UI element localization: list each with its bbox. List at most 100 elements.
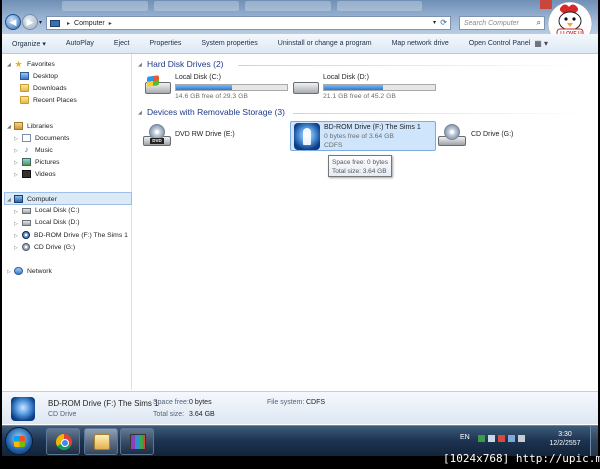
nav-downloads[interactable]: Downloads bbox=[20, 84, 67, 92]
collapse-hdd-group-icon[interactable]: ◢ bbox=[138, 62, 142, 68]
command-bar: Organize ▾ AutoPlay Eject Properties Sys… bbox=[2, 34, 598, 54]
search-placeholder: Search Computer bbox=[464, 20, 519, 27]
nav-pictures-label: Pictures bbox=[35, 158, 60, 166]
start-button[interactable] bbox=[5, 427, 33, 455]
eject-button[interactable]: Eject bbox=[104, 40, 140, 47]
expand-local-disk-c-icon[interactable]: ▷ bbox=[14, 209, 18, 215]
nav-desktop[interactable]: Desktop bbox=[20, 72, 58, 80]
details-sims-disc-icon bbox=[11, 397, 35, 421]
expand-libraries-icon[interactable]: ◢ bbox=[7, 124, 11, 130]
expand-favorites-icon[interactable]: ◢ bbox=[7, 62, 11, 68]
organize-button[interactable]: Organize ▾ bbox=[2, 40, 56, 48]
tray-app-icon[interactable] bbox=[478, 435, 485, 442]
upload-watermark: [1024x768] http://upic.me/ bbox=[443, 452, 600, 465]
nav-local-disk-d-label: Local Disk (D:) bbox=[35, 219, 80, 226]
nav-local-disk-c[interactable]: Local Disk (C:) bbox=[22, 207, 80, 214]
nav-recent-places[interactable]: Recent Places bbox=[20, 96, 77, 104]
antivirus-icon[interactable] bbox=[498, 435, 505, 442]
breadcrumb-separator[interactable]: ▸ bbox=[67, 20, 70, 27]
taskbar-chrome[interactable] bbox=[46, 428, 80, 455]
open-control-panel-button[interactable]: Open Control Panel bbox=[459, 40, 540, 47]
network-status-icon[interactable] bbox=[508, 435, 515, 442]
windows-logo-icon bbox=[14, 436, 25, 447]
nav-computer[interactable]: Computer bbox=[14, 195, 57, 203]
expand-computer-icon[interactable]: ◢ bbox=[7, 197, 11, 203]
expand-documents-icon[interactable]: ▷ bbox=[14, 136, 18, 142]
uninstall-program-button[interactable]: Uninstall or change a program bbox=[268, 40, 382, 47]
search-input[interactable]: Search Computer ⌕ bbox=[459, 16, 545, 30]
expand-bd-rom-icon[interactable]: ▷ bbox=[14, 233, 18, 239]
nav-bd-rom-drive[interactable]: BD-ROM Drive (F:) The Sims 1 bbox=[22, 231, 128, 239]
volume-icon[interactable] bbox=[518, 435, 525, 442]
drive-tile-dvd[interactable]: DVD DVD RW Drive (E:) bbox=[143, 121, 273, 151]
expand-local-disk-d-icon[interactable]: ▷ bbox=[14, 221, 18, 227]
nav-favorites[interactable]: ★ Favorites bbox=[14, 59, 55, 69]
recent-pages-dropdown[interactable]: ▾ bbox=[39, 19, 42, 26]
details-filesystem-label: File system: bbox=[267, 399, 305, 406]
address-dropdown-icon[interactable]: ▾ bbox=[433, 19, 436, 26]
explorer-window: ◀ ▶ ▾ ▸ Computer ▸ ▾ ⟳ Search Computer ⌕… bbox=[2, 0, 598, 456]
taskbar-explorer[interactable] bbox=[84, 428, 118, 455]
forward-button[interactable]: ▶ bbox=[22, 14, 38, 30]
nav-music[interactable]: ♪ Music bbox=[22, 146, 53, 154]
nav-libraries[interactable]: Libraries bbox=[14, 122, 53, 130]
refresh-icon[interactable]: ⟳ bbox=[440, 18, 447, 27]
breadcrumb-computer[interactable]: Computer bbox=[74, 20, 105, 27]
address-bar[interactable]: ▸ Computer ▸ ▾ ⟳ bbox=[46, 16, 451, 30]
language-indicator[interactable]: EN bbox=[460, 434, 470, 441]
expand-cd-drive-icon[interactable]: ▷ bbox=[14, 245, 18, 251]
clock-date[interactable]: 12/2/2557 bbox=[547, 440, 583, 447]
details-pane: BD-ROM Drive (F:) The Sims 1 CD Drive Sp… bbox=[2, 391, 598, 424]
nav-local-disk-c-label: Local Disk (C:) bbox=[35, 207, 80, 214]
content-pane: ◢ Hard Disk Drives (2) Local Disk (C:) 1… bbox=[133, 54, 598, 390]
details-total-size-value: 3.64 GB bbox=[189, 411, 215, 418]
system-properties-button[interactable]: System properties bbox=[191, 40, 267, 47]
nav-documents[interactable]: Documents bbox=[22, 134, 69, 142]
collapse-removable-group-icon[interactable]: ◢ bbox=[138, 110, 142, 116]
nav-pictures[interactable]: Pictures bbox=[22, 158, 60, 166]
expand-music-icon[interactable]: ▷ bbox=[14, 148, 18, 154]
star-icon: ★ bbox=[14, 59, 23, 69]
tooltip-space-free: Space free: 0 bytes bbox=[332, 159, 389, 166]
properties-button[interactable]: Properties bbox=[139, 40, 191, 47]
dvd-drive-icon: DVD bbox=[143, 124, 171, 148]
breadcrumb-chevron-icon[interactable]: ▸ bbox=[109, 20, 112, 27]
nav-computer-label: Computer bbox=[27, 195, 57, 203]
removable-group-header[interactable]: Devices with Removable Storage (3) bbox=[147, 107, 285, 117]
recent-places-icon bbox=[20, 96, 29, 104]
downloads-folder-icon bbox=[20, 84, 29, 92]
computer-icon bbox=[14, 195, 23, 203]
nav-cd-drive[interactable]: CD Drive (G:) bbox=[22, 243, 75, 251]
group-divider bbox=[238, 65, 588, 66]
background-windows bbox=[62, 1, 422, 11]
expand-pictures-icon[interactable]: ▷ bbox=[14, 160, 18, 166]
expand-videos-icon[interactable]: ▷ bbox=[14, 172, 18, 178]
group-divider bbox=[293, 113, 588, 114]
dvd-drive-name: DVD RW Drive (E:) bbox=[175, 131, 235, 138]
expand-network-icon[interactable]: ▷ bbox=[7, 269, 11, 275]
action-center-icon[interactable] bbox=[488, 435, 495, 442]
back-button[interactable]: ◀ bbox=[5, 14, 21, 30]
map-network-drive-button[interactable]: Map network drive bbox=[382, 40, 459, 47]
nav-videos[interactable]: Videos bbox=[22, 170, 56, 178]
nav-local-disk-d[interactable]: Local Disk (D:) bbox=[22, 219, 80, 226]
drive-tile-c[interactable]: Local Disk (C:) 14.6 GB free of 29.3 GB bbox=[143, 71, 288, 101]
drive-tile-cd[interactable]: CD Drive (G:) bbox=[438, 121, 568, 151]
drive-d-usage-bar bbox=[323, 84, 436, 91]
nav-recent-places-label: Recent Places bbox=[33, 96, 77, 104]
drive-d-free-space: 21.1 GB free of 45.2 GB bbox=[323, 93, 396, 100]
libraries-icon bbox=[14, 122, 23, 130]
hdd-group-header[interactable]: Hard Disk Drives (2) bbox=[147, 59, 224, 69]
drive-tile-d[interactable]: Local Disk (D:) 21.1 GB free of 45.2 GB bbox=[291, 71, 436, 101]
search-icon[interactable]: ⌕ bbox=[537, 18, 541, 28]
clock-time[interactable]: 3:30 bbox=[554, 431, 576, 438]
documents-icon bbox=[22, 134, 31, 142]
autoplay-button[interactable]: AutoPlay bbox=[56, 40, 104, 47]
nav-network-label: Network bbox=[27, 267, 52, 275]
view-options-icon[interactable]: ▦ ▾ bbox=[534, 39, 548, 48]
drive-tile-bd-rom-selected[interactable]: BD-ROM Drive (F:) The Sims 1 0 bytes fre… bbox=[290, 121, 436, 151]
taskbar-winrar[interactable] bbox=[120, 428, 154, 455]
hard-drive-icon bbox=[22, 207, 31, 214]
nav-network[interactable]: Network bbox=[14, 267, 52, 275]
nav-libraries-label: Libraries bbox=[27, 122, 54, 130]
